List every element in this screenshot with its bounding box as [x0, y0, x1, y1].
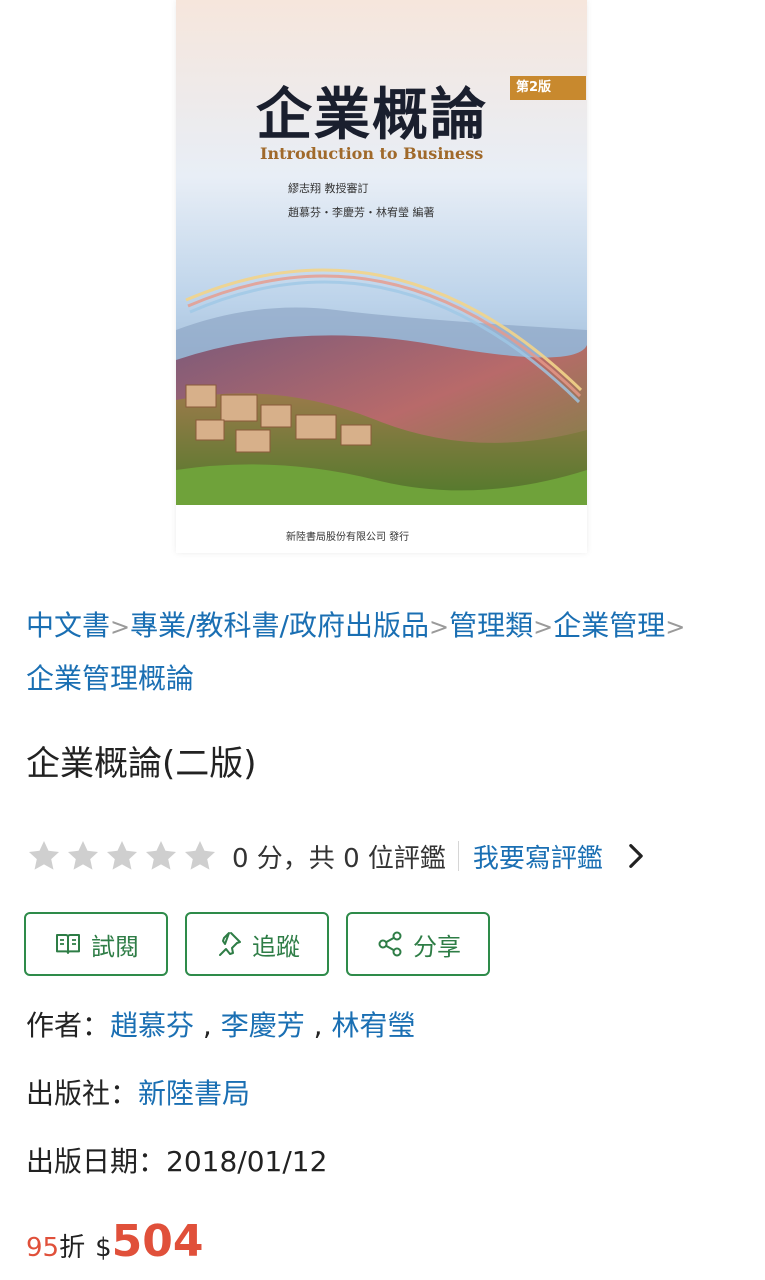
price-currency: $ — [95, 1233, 112, 1263]
follow-button[interactable]: 追蹤 — [185, 912, 329, 976]
book-cover-image[interactable]: 企業概論 第2版 Introduction to Business 繆志翔 教授… — [176, 0, 587, 553]
rating-row: 0 分，共 0 位評鑑 我要寫評鑑 — [26, 834, 645, 878]
author-row: 作者：趙慕芬 , 李慶芳 , 林宥瑩 — [26, 1004, 415, 1044]
cover-publisher: 新陸書局股份有限公司 發行 — [286, 532, 410, 543]
rating-summary: 0 分，共 0 位評鑑 — [232, 843, 446, 874]
star-rating — [26, 838, 218, 874]
star-icon — [107, 841, 137, 870]
breadcrumb: 中文書>專業/教科書/政府出版品>管理類>企業管理> 企業管理概論 — [26, 600, 746, 705]
publisher-row: 出版社：新陸書局 — [26, 1072, 250, 1112]
divider — [457, 841, 459, 871]
breadcrumb-item-chinese-books[interactable]: 中文書 — [26, 609, 110, 642]
publish-date-value: 2018/01/12 — [166, 1145, 328, 1178]
breadcrumb-separator: > — [429, 613, 450, 641]
share-icon — [378, 931, 402, 957]
publish-date-label: 出版日期： — [26, 1145, 167, 1178]
breadcrumb-item-business-management-intro[interactable]: 企業管理概論 — [26, 662, 194, 695]
cover-authors: 趙慕芬・李慶芳・林宥瑩 編著 — [288, 206, 435, 219]
preview-button-label: 試閱 — [91, 932, 139, 961]
discount-unit: 折 — [59, 1233, 86, 1263]
chevron-right-icon[interactable] — [627, 843, 645, 869]
star-icon — [146, 841, 176, 870]
product-image-area: 企業概論 第2版 Introduction to Business 繆志翔 教授… — [0, 0, 765, 578]
author-label: 作者： — [26, 1009, 111, 1042]
breadcrumb-item-professional-textbooks[interactable]: 專業/教科書/政府出版品 — [130, 609, 429, 642]
cover-edition-text: 第2版 — [516, 80, 552, 95]
cover-edition-badge: 第2版 — [510, 76, 586, 100]
breadcrumb-separator: > — [110, 613, 131, 641]
publisher-label: 出版社： — [26, 1077, 139, 1110]
author-separator: , — [194, 1009, 221, 1042]
author-link[interactable]: 李慶芳 — [221, 1009, 305, 1042]
cover-subtitle: Introduction to Business — [260, 144, 484, 163]
cover-title: 企業概論 — [256, 82, 488, 148]
share-button[interactable]: 分享 — [346, 912, 490, 976]
breadcrumb-item-business-management[interactable]: 企業管理 — [553, 609, 665, 642]
star-icon — [68, 841, 98, 870]
author-separator: , — [304, 1009, 332, 1042]
product-title: 企業概論(二版) — [26, 744, 257, 784]
publish-date-row: 出版日期：2018/01/12 — [26, 1140, 327, 1180]
write-review-link[interactable]: 我要寫評鑑 — [473, 838, 603, 875]
book-open-icon — [56, 934, 80, 954]
breadcrumb-separator: > — [533, 613, 554, 641]
breadcrumb-item-management[interactable]: 管理類 — [449, 609, 533, 642]
share-button-label: 分享 — [413, 932, 461, 961]
breadcrumb-separator: > — [665, 613, 686, 641]
preview-button[interactable]: 試閱 — [24, 912, 168, 976]
discount-value: 95 — [26, 1233, 60, 1263]
follow-button-label: 追蹤 — [252, 932, 300, 961]
star-icon — [185, 841, 215, 870]
author-link[interactable]: 趙慕芬 — [110, 1009, 194, 1042]
publisher-link[interactable]: 新陸書局 — [138, 1077, 250, 1110]
cover-reviewer: 繆志翔 教授審訂 — [288, 182, 369, 195]
price-amount: 504 — [111, 1216, 204, 1267]
author-link[interactable]: 林宥瑩 — [331, 1009, 415, 1042]
action-buttons: 試閱 追蹤 分享 — [24, 912, 490, 976]
price-row: 95折 $504 — [26, 1216, 204, 1267]
star-icon — [29, 841, 59, 870]
pin-icon — [219, 932, 241, 956]
